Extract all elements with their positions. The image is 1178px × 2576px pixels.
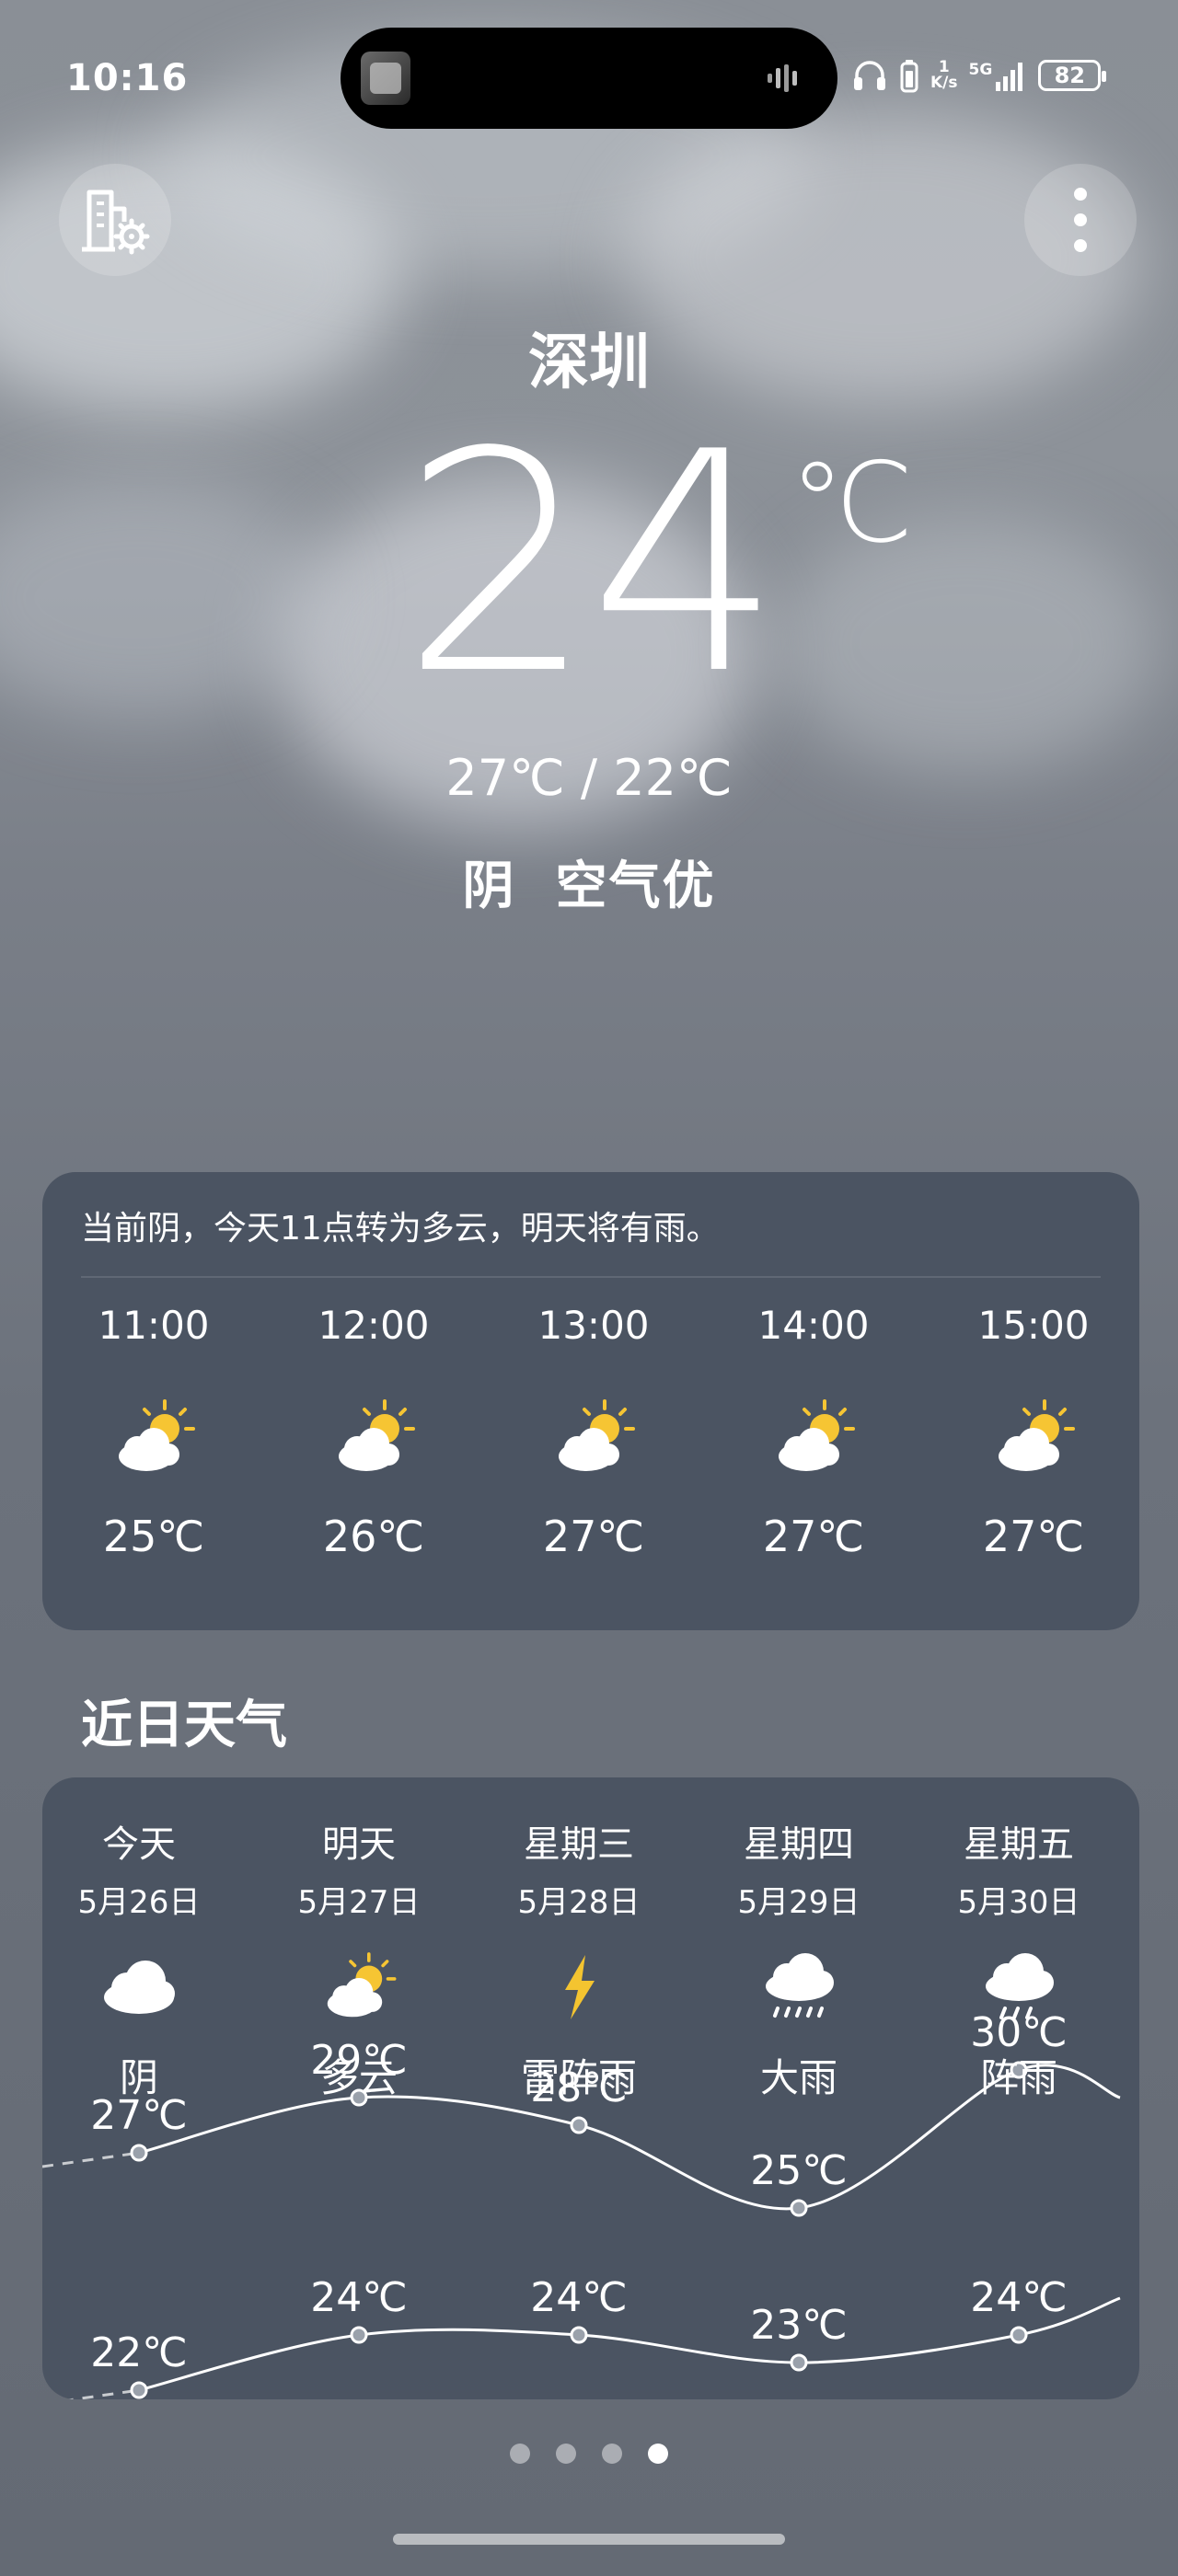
section-title: 近日天气 bbox=[81, 1696, 287, 1755]
partly-cloudy-icon bbox=[559, 1399, 635, 1471]
day-condition: 多云 bbox=[319, 2055, 398, 2100]
page-dot[interactable] bbox=[510, 2444, 530, 2464]
day-date: 5月28日 bbox=[517, 1884, 641, 1921]
hour-time: 11:00 bbox=[98, 1303, 210, 1348]
day-name: 明天 bbox=[322, 1823, 396, 1866]
high-temperature-point bbox=[570, 2116, 588, 2134]
partly-cloudy-icon bbox=[779, 1399, 855, 1471]
hour-time: 13:00 bbox=[537, 1303, 650, 1348]
low-temperature-point bbox=[570, 2326, 588, 2344]
hour-temperature: 27℃ bbox=[542, 1512, 645, 1561]
day-item[interactable]: 星期四 5月29日 大雨 bbox=[688, 1814, 909, 2103]
day-condition: 阴 bbox=[119, 2055, 158, 2100]
hour-item: 15:00 27℃ bbox=[923, 1303, 1144, 1561]
day-date: 5月26日 bbox=[77, 1884, 201, 1921]
hour-item: 14:00 27℃ bbox=[703, 1303, 924, 1561]
heavy-rain-icon bbox=[766, 1953, 834, 2018]
current-temperature: 24 bbox=[401, 387, 782, 741]
high-low-temperature: 27℃ / 22℃ bbox=[445, 749, 733, 807]
thunder-icon bbox=[565, 1955, 595, 2019]
low-temperature-label: 24℃ bbox=[530, 2274, 627, 2321]
low-temperature-label: 24℃ bbox=[970, 2274, 1067, 2321]
day-item[interactable]: 今天 5月26日 阴 bbox=[29, 1814, 249, 2103]
day-item[interactable]: 星期三 5月28日 雷阵雨 bbox=[468, 1814, 689, 2103]
hour-temperature: 26℃ bbox=[322, 1512, 425, 1561]
hour-time: 14:00 bbox=[757, 1303, 870, 1348]
hour-time: 15:00 bbox=[977, 1303, 1090, 1348]
shower-icon bbox=[986, 1953, 1054, 2019]
day-name: 星期三 bbox=[524, 1823, 634, 1866]
day-condition: 大雨 bbox=[759, 2055, 837, 2100]
day-condition: 雷阵雨 bbox=[520, 2055, 637, 2100]
low-curve-lead bbox=[64, 2388, 140, 2399]
partly-cloudy-icon bbox=[327, 1952, 397, 2018]
high-temperature-point bbox=[130, 2144, 148, 2162]
day-name: 星期五 bbox=[964, 1823, 1074, 1866]
headphones-icon bbox=[854, 61, 885, 90]
net-speed: 1 K/s bbox=[930, 58, 958, 92]
high-temperature-point bbox=[790, 2199, 808, 2217]
status-icons: 1 K/s 5G 82 bbox=[851, 57, 1107, 94]
low-temperature-point bbox=[350, 2326, 368, 2344]
home-indicator[interactable] bbox=[393, 2534, 785, 2545]
cloudy-icon bbox=[104, 1961, 175, 2014]
signal-icon bbox=[996, 63, 1023, 91]
partly-cloudy-icon bbox=[339, 1399, 415, 1471]
dynamic-island[interactable] bbox=[341, 28, 837, 129]
day-item[interactable]: 星期五 5月30日 阵雨 bbox=[908, 1814, 1129, 2103]
city-settings-icon bbox=[82, 190, 150, 255]
day-name: 星期四 bbox=[744, 1823, 854, 1866]
low-temperature-label: 23℃ bbox=[750, 2302, 847, 2349]
media-thumbnail bbox=[361, 52, 410, 105]
low-temperature-point bbox=[1010, 2326, 1028, 2344]
weather-condition: 阴 空气优 bbox=[462, 857, 716, 916]
hour-item: 11:00 25℃ bbox=[43, 1303, 264, 1561]
page-indicator[interactable] bbox=[0, 2444, 1178, 2464]
more-options-button[interactable] bbox=[1024, 164, 1137, 276]
day-date: 5月27日 bbox=[297, 1884, 421, 1921]
day-date: 5月30日 bbox=[957, 1884, 1080, 1921]
more-vertical-icon bbox=[1074, 188, 1087, 252]
earbuds-battery-icon bbox=[900, 60, 918, 93]
hour-item: 13:00 27℃ bbox=[483, 1303, 704, 1561]
signal-group: 5G bbox=[969, 60, 1028, 91]
high-curve-lead bbox=[42, 2151, 140, 2168]
page-dot-active[interactable] bbox=[648, 2444, 668, 2464]
low-temperature-point bbox=[130, 2381, 148, 2399]
low-temperature-label: 22℃ bbox=[90, 2329, 187, 2376]
forecast-summary: 当前阴，今天11点转为多云，明天将有雨。 bbox=[81, 1210, 720, 1248]
city-manage-button[interactable] bbox=[59, 164, 171, 276]
hour-time: 12:00 bbox=[318, 1303, 430, 1348]
hour-temperature: 27℃ bbox=[982, 1512, 1085, 1561]
low-temperature-label: 24℃ bbox=[310, 2274, 407, 2321]
network-type: 5G bbox=[968, 61, 993, 79]
high-temperature-label: 25℃ bbox=[750, 2147, 847, 2194]
page-dot[interactable] bbox=[602, 2444, 622, 2464]
partly-cloudy-icon bbox=[119, 1399, 195, 1471]
status-bar: 10:16 1 K/s 5G 82 bbox=[0, 0, 1178, 156]
audio-wave-icon bbox=[768, 64, 797, 92]
status-time: 10:16 bbox=[66, 57, 189, 99]
hour-temperature: 27℃ bbox=[762, 1512, 865, 1561]
day-date: 5月29日 bbox=[737, 1884, 860, 1921]
low-temperature-point bbox=[790, 2353, 808, 2372]
hour-temperature: 25℃ bbox=[102, 1512, 205, 1561]
temperature-unit: ℃ bbox=[790, 440, 914, 568]
day-item[interactable]: 明天 5月27日 多云 bbox=[248, 1814, 469, 2103]
card-divider bbox=[81, 1276, 1101, 1278]
partly-cloudy-icon bbox=[999, 1399, 1075, 1471]
page-dot[interactable] bbox=[556, 2444, 576, 2464]
day-name: 今天 bbox=[102, 1823, 176, 1866]
battery-indicator: 82 bbox=[1038, 60, 1107, 91]
hour-item: 12:00 26℃ bbox=[263, 1303, 484, 1561]
day-condition: 阵雨 bbox=[979, 2055, 1057, 2100]
